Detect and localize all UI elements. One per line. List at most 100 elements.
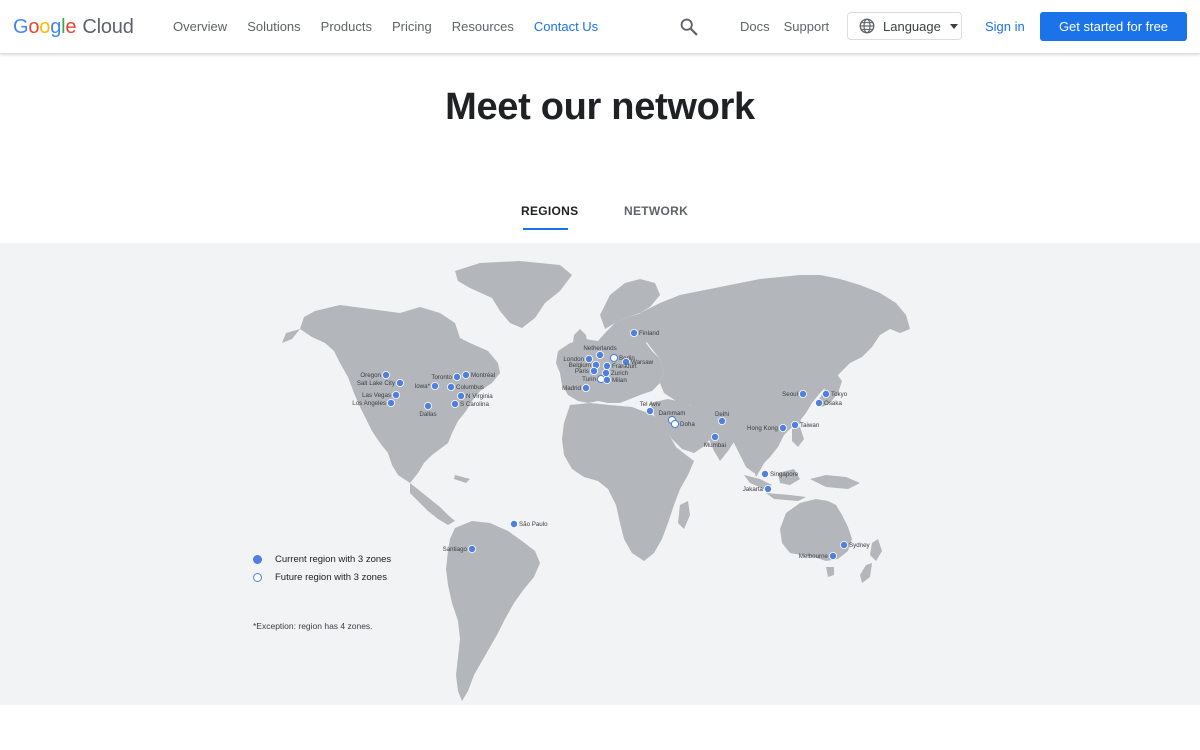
support-link[interactable]: Support (777, 19, 837, 34)
region-marker[interactable] (596, 351, 605, 360)
region-label: Jakarta (743, 486, 764, 493)
map-legend: Current region with 3 zones Future regio… (253, 550, 391, 586)
map-tabs: REGIONS NETWORK (0, 195, 1200, 244)
region-marker[interactable] (630, 329, 639, 338)
region-label: Turin (582, 376, 596, 383)
region-marker[interactable] (764, 484, 773, 493)
language-selector[interactable]: Language (847, 12, 962, 40)
world-map: OregonSalt Lake City Las VegasLos Angeles… (282, 261, 910, 701)
region-marker[interactable] (779, 423, 788, 432)
region-label: N Virginia (466, 393, 493, 400)
region-label: Hong Kong (747, 425, 779, 432)
region-label: São Paulo (519, 521, 548, 528)
region-label: Dammam (659, 410, 686, 417)
tab-regions[interactable]: REGIONS (521, 204, 578, 218)
region-marker[interactable] (590, 367, 599, 376)
utility-links: Docs Support (733, 0, 836, 53)
region-marker[interactable] (467, 544, 476, 553)
sign-in-link[interactable]: Sign in (985, 19, 1025, 34)
active-tab-indicator (523, 228, 568, 230)
region-marker[interactable] (718, 416, 727, 425)
region-marker[interactable] (395, 378, 404, 387)
region-label: Madrid (562, 385, 581, 392)
region-marker[interactable] (391, 390, 400, 399)
region-marker[interactable] (761, 469, 770, 478)
region-marker[interactable] (609, 353, 619, 363)
search-icon[interactable] (678, 16, 700, 38)
logo-google-text: Google (13, 15, 77, 38)
region-label: Sydney (849, 542, 871, 549)
legend-current: Current region with 3 zones (253, 550, 391, 568)
region-label: Seoul (782, 391, 798, 398)
region-marker[interactable] (711, 432, 720, 441)
continents (282, 261, 910, 701)
nav-contact-us[interactable]: Contact Us (524, 0, 608, 53)
google-cloud-logo[interactable]: Google Cloud (13, 13, 134, 41)
region-label: Milan (612, 377, 627, 384)
region-label: Montréal (471, 372, 495, 379)
region-marker[interactable] (646, 406, 655, 415)
region-marker[interactable] (452, 372, 461, 381)
language-label: Language (883, 18, 941, 34)
region-marker[interactable] (602, 369, 611, 378)
region-marker[interactable] (450, 399, 459, 408)
region-label: Paris (575, 368, 589, 375)
region-marker[interactable] (603, 362, 612, 371)
region-label: Toronto (431, 374, 452, 381)
region-label: Delhi (715, 411, 729, 418)
regions-map: Oregon Salt Lake City Las Vegas Los Angeles… (0, 243, 1200, 705)
region-marker[interactable] (446, 382, 455, 391)
region-marker[interactable] (461, 370, 470, 379)
region-label: Dallas (419, 411, 436, 418)
globe-icon (859, 18, 875, 34)
region-label: Tokyo (831, 391, 848, 398)
tab-network[interactable]: NETWORK (624, 204, 688, 218)
docs-link[interactable]: Docs (733, 19, 777, 34)
region-label: S Carolina (460, 401, 489, 408)
page-title: Meet our network (445, 86, 755, 128)
region-label: Oregon (360, 372, 381, 379)
nav-pricing[interactable]: Pricing (382, 0, 442, 53)
region-label: Netherlands (583, 345, 616, 352)
region-marker[interactable] (670, 419, 680, 429)
region-label: Melbourne (799, 553, 829, 560)
region-marker[interactable] (456, 391, 465, 400)
region-marker[interactable] (840, 540, 849, 549)
nav-resources[interactable]: Resources (442, 0, 524, 53)
main-nav: Overview Solutions Products Pricing Reso… (163, 0, 608, 53)
region-marker[interactable] (791, 420, 800, 429)
region-marker[interactable] (799, 389, 808, 398)
region-label: Salt Lake City (357, 380, 396, 387)
region-label: Finland (639, 330, 660, 337)
region-label: Columbus (456, 384, 484, 391)
region-marker[interactable] (386, 398, 395, 407)
region-marker[interactable] (430, 381, 439, 390)
region-label: Mumbai (704, 442, 726, 449)
region-label: Taiwan (800, 422, 820, 429)
region-label: Osaka (824, 400, 842, 407)
caret-down-icon (949, 23, 958, 29)
region-marker[interactable] (829, 551, 838, 560)
top-header: Google Cloud Overview Solutions Products… (0, 0, 1200, 54)
region-marker[interactable] (509, 519, 518, 528)
region-marker[interactable] (603, 375, 612, 384)
region-marker[interactable] (582, 383, 591, 392)
nav-products[interactable]: Products (311, 0, 382, 53)
legend-current-label: Current region with 3 zones (275, 553, 392, 565)
region-marker[interactable] (423, 401, 432, 410)
region-marker[interactable] (381, 370, 390, 379)
future-region-dot-icon (253, 572, 262, 582)
nav-overview[interactable]: Overview (163, 0, 237, 53)
logo-cloud-text: Cloud (82, 15, 134, 38)
legend-future-label: Future region with 3 zones (275, 571, 387, 583)
region-label: Zurich (611, 370, 629, 377)
region-label: Singapore (770, 471, 799, 478)
region-label: Las Vegas (362, 392, 391, 399)
region-marker[interactable] (822, 389, 831, 398)
region-marker[interactable] (815, 398, 824, 407)
get-started-button[interactable]: Get started for free (1040, 12, 1187, 41)
nav-solutions[interactable]: Solutions (237, 0, 310, 53)
region-label: Doha (680, 421, 695, 428)
region-label: Santiago (443, 546, 468, 553)
region-label: Frankfurt (612, 363, 637, 370)
